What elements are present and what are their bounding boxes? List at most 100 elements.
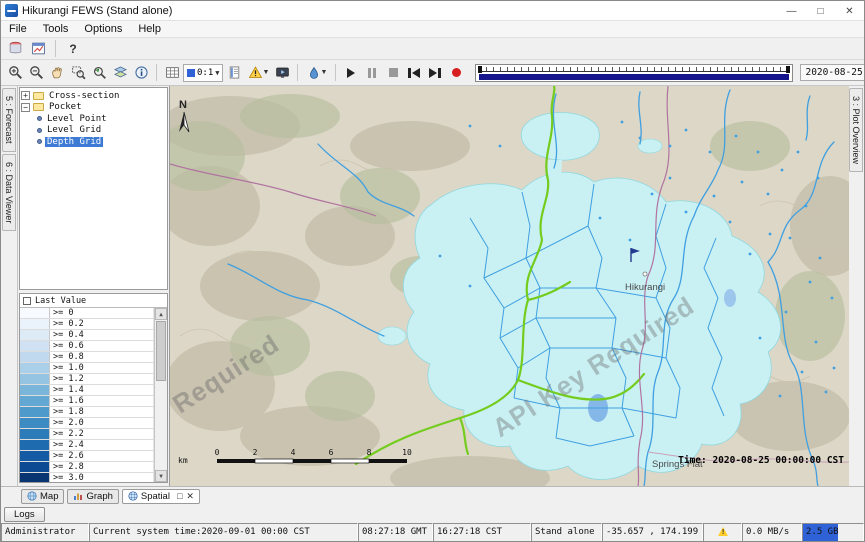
legend-row[interactable]: >= 1.0 xyxy=(20,363,154,374)
svg-text:10: 10 xyxy=(402,448,412,457)
classify-document-icon[interactable] xyxy=(224,63,244,83)
timeline-slider[interactable] xyxy=(475,64,793,82)
maximize-button[interactable]: □ xyxy=(806,1,835,21)
legend-row[interactable]: >= 0.2 xyxy=(20,319,154,330)
legend-row[interactable]: >= 2.8 xyxy=(20,462,154,473)
logs-row: Logs xyxy=(1,505,864,523)
svg-text:N: N xyxy=(179,99,187,111)
stop-button[interactable] xyxy=(383,63,403,83)
layer-node-icon xyxy=(37,139,42,144)
legend-label: >= 0.8 xyxy=(50,352,154,362)
legend-row[interactable]: >= 2.0 xyxy=(20,418,154,429)
tree-item-depth-grid[interactable]: Depth Grid xyxy=(21,136,166,148)
pause-button[interactable] xyxy=(362,63,382,83)
class-color-swatch-icon xyxy=(187,69,195,77)
legend-label: >= 1.4 xyxy=(50,385,154,395)
tree-item-cross-section[interactable]: + Cross-section xyxy=(21,90,166,102)
tree-item-label: Cross-section xyxy=(47,91,121,101)
pan-icon[interactable] xyxy=(47,63,67,83)
panel-close-icon[interactable]: ✕ xyxy=(186,491,194,502)
tree-item-level-point[interactable]: Level Point xyxy=(21,113,166,125)
menu-help[interactable]: Help xyxy=(130,22,169,36)
zoom-previous-icon[interactable] xyxy=(89,63,109,83)
svg-text:6: 6 xyxy=(329,448,334,457)
legend-scrollbar[interactable]: ▲ ▼ xyxy=(154,308,167,482)
timeline-start-marker[interactable] xyxy=(478,66,482,73)
status-bar: Administrator Current system time:2020-0… xyxy=(1,523,864,542)
legend-row[interactable]: >= 0.6 xyxy=(20,341,154,352)
legend-label: >= 2.8 xyxy=(50,462,154,472)
tree-item-level-grid[interactable]: Level Grid xyxy=(21,125,166,137)
zoom-out-icon[interactable] xyxy=(26,63,46,83)
step-back-button[interactable] xyxy=(404,63,424,83)
tab-data-viewer[interactable]: 6 : Data Viewer xyxy=(2,154,16,231)
legend-row[interactable]: >= 1.2 xyxy=(20,374,154,385)
step-forward-button[interactable] xyxy=(425,63,445,83)
current-datetime[interactable]: 2020-08-25 00:00:00 CST xyxy=(800,64,865,81)
scrollbar-thumb[interactable] xyxy=(156,321,166,381)
legend-row[interactable]: >= 1.4 xyxy=(20,385,154,396)
timeline-end-marker[interactable] xyxy=(786,66,790,73)
logs-button[interactable]: Logs xyxy=(4,507,45,522)
legend-list: >= 0>= 0.2>= 0.4>= 0.6>= 0.8>= 1.0>= 1.2… xyxy=(20,308,154,482)
class-scale-dropdown[interactable]: 0:1 ▼ xyxy=(183,64,223,82)
tree-item-label: Level Grid xyxy=(45,125,103,135)
menu-tools[interactable]: Tools xyxy=(35,22,77,36)
legend-color-swatch xyxy=(20,385,50,395)
layers-icon[interactable] xyxy=(110,63,130,83)
menu-options[interactable]: Options xyxy=(76,22,130,36)
chevron-down-icon: ▼ xyxy=(263,69,270,76)
legend-row[interactable]: >= 1.6 xyxy=(20,396,154,407)
spatial-map[interactable]: Hikurangi Springs Flat API Key Required … xyxy=(169,86,849,486)
toolbar-separator xyxy=(55,40,56,57)
status-system-time: Current system time:2020-09-01 00:00 CST xyxy=(89,523,358,542)
tree-item-label-selected: Depth Grid xyxy=(45,137,103,147)
explorer-icon[interactable] xyxy=(28,39,48,59)
legend-row[interactable]: >= 0.8 xyxy=(20,352,154,363)
legend-title: Last Value xyxy=(35,296,86,306)
minimize-button[interactable]: — xyxy=(777,1,806,21)
tab-graph[interactable]: Graph xyxy=(67,489,118,504)
record-button[interactable] xyxy=(446,63,466,83)
chevron-down-icon: ▼ xyxy=(321,69,328,76)
legend-row[interactable]: >= 2.4 xyxy=(20,440,154,451)
thresholds-warning-dropdown[interactable]: ▼ xyxy=(245,63,271,83)
play-button[interactable] xyxy=(341,63,361,83)
scroll-down-icon[interactable]: ▼ xyxy=(155,470,167,482)
legend-color-swatch xyxy=(20,418,50,428)
marker-tool-dropdown[interactable]: ▼ xyxy=(303,63,330,83)
tree-item-pocket[interactable]: − Pocket xyxy=(21,102,166,114)
panel-maximize-icon[interactable]: □ xyxy=(177,491,182,501)
zoom-in-icon[interactable] xyxy=(5,63,25,83)
close-button[interactable]: ✕ xyxy=(835,1,864,21)
last-value-checkbox[interactable] xyxy=(23,297,31,305)
tab-forecast[interactable]: 5 : Forecast xyxy=(2,88,16,152)
tab-map[interactable]: Map xyxy=(21,489,64,504)
legend-row[interactable]: >= 3.0 xyxy=(20,473,154,482)
database-icon[interactable] xyxy=(5,39,25,59)
expand-icon[interactable]: + xyxy=(21,91,30,100)
info-icon[interactable] xyxy=(131,63,151,83)
collapse-icon[interactable]: − xyxy=(21,103,30,112)
legend-row[interactable]: >= 0.4 xyxy=(20,330,154,341)
grid-icon[interactable] xyxy=(162,63,182,83)
tab-plot-overview[interactable]: 3 : Plot Overview xyxy=(849,88,863,172)
help-icon[interactable]: ? xyxy=(63,39,83,59)
zoom-box-icon[interactable] xyxy=(68,63,88,83)
legend-row[interactable]: >= 2.6 xyxy=(20,451,154,462)
legend-row[interactable]: >= 1.8 xyxy=(20,407,154,418)
legend-color-swatch xyxy=(20,429,50,439)
class-scale-value: 0:1 xyxy=(197,68,213,78)
menu-file[interactable]: File xyxy=(1,22,35,36)
legend-label: >= 0.2 xyxy=(50,319,154,329)
scroll-up-icon[interactable]: ▲ xyxy=(155,308,167,320)
timeline-period-bar xyxy=(479,74,789,80)
layers-tree: + Cross-section − Pocket Level Point Lev… xyxy=(19,87,168,290)
tab-spatial[interactable]: Spatial □ ✕ xyxy=(122,489,200,504)
animation-display-icon[interactable] xyxy=(272,63,292,83)
legend-row[interactable]: >= 0 xyxy=(20,308,154,319)
legend-row[interactable]: >= 2.2 xyxy=(20,429,154,440)
legend-color-swatch xyxy=(20,407,50,417)
status-warning-cell[interactable] xyxy=(703,523,742,542)
legend-label: >= 0 xyxy=(50,308,154,318)
